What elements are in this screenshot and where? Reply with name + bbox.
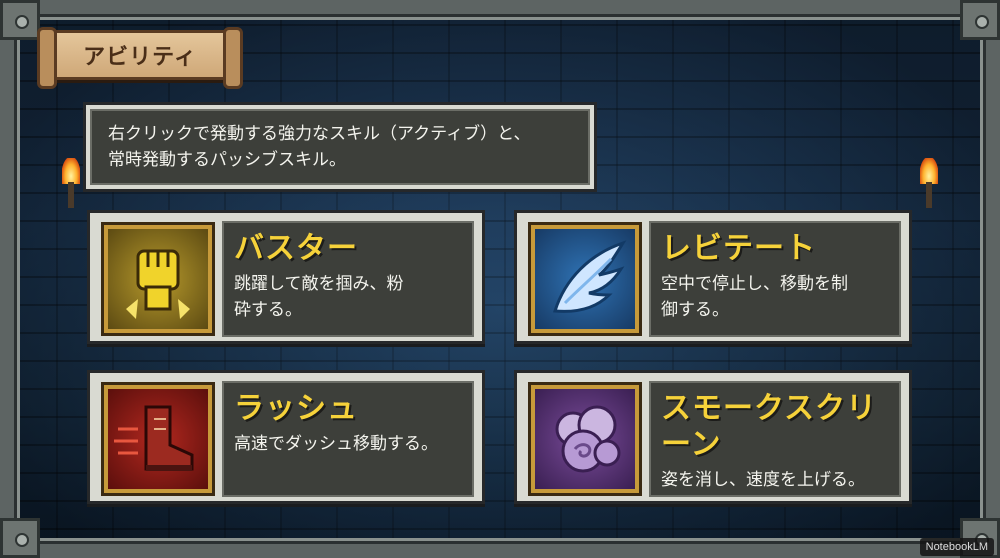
skill-name: バスター: [234, 231, 358, 266]
skill-description-line: 高速でダッシュ移動する。: [234, 434, 438, 454]
title-scroll: アビリティ: [37, 27, 243, 89]
description-line: 右クリックで発動する強力なスキル（アクティブ）と、: [108, 124, 531, 144]
skill-description-line: 姿を消し、速度を上げる。: [661, 470, 865, 490]
skill-description: 空中で停止し、移動を制 御する。: [661, 271, 889, 323]
skill-description: 跳躍して敵を掴み、粉 砕する。: [234, 271, 462, 323]
skill-description: 姿を消し、速度を上げる。: [661, 467, 889, 493]
skill-info: ラッシュ 高速でダッシュ移動する。: [222, 381, 474, 497]
skill-name: ラッシュ: [234, 391, 358, 426]
skill-description-line: 空中で停止し、移動を制: [661, 274, 848, 294]
skill-description-line: 砕する。: [234, 300, 302, 320]
skill-description-line: 御する。: [661, 300, 729, 320]
boot-icon: [101, 382, 215, 496]
skill-card-levitate[interactable]: レビテート 空中で停止し、移動を制 御する。: [514, 210, 912, 344]
skill-card-smoke-screen[interactable]: スモークスクリーン 姿を消し、速度を上げる。: [514, 370, 912, 504]
wing-icon: [528, 222, 642, 336]
rivet-icon: [0, 0, 40, 40]
description-box: 右クリックで発動する強力なスキル（アクティブ）と、 常時発動するパッシブスキル。: [86, 105, 594, 189]
smoke-icon: [528, 382, 642, 496]
skill-card-buster[interactable]: バスター 跳躍して敵を掴み、粉 砕する。: [87, 210, 485, 344]
skill-info: バスター 跳躍して敵を掴み、粉 砕する。: [222, 221, 474, 337]
fist-icon: [101, 222, 215, 336]
skill-name: レビテート: [661, 231, 816, 266]
skill-description-line: 跳躍して敵を掴み、粉: [234, 274, 404, 294]
skill-description: 高速でダッシュ移動する。: [234, 431, 462, 457]
rivet-icon: [0, 518, 40, 558]
page-title: アビリティ: [83, 45, 197, 70]
skill-card-rush[interactable]: ラッシュ 高速でダッシュ移動する。: [87, 370, 485, 504]
rivet-icon: [960, 0, 1000, 40]
skill-info: レビテート 空中で停止し、移動を制 御する。: [649, 221, 901, 337]
description-line: 常時発動するパッシブスキル。: [108, 150, 346, 170]
watermark: NotebookLM: [919, 538, 994, 556]
skill-name: スモークスクリーン: [661, 391, 878, 462]
skill-info: スモークスクリーン 姿を消し、速度を上げる。: [649, 381, 901, 497]
